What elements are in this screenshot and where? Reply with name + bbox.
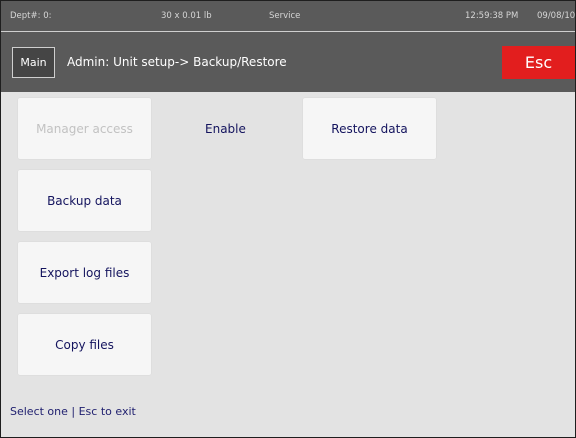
breadcrumb: Admin: Unit setup-> Backup/Restore xyxy=(67,55,287,69)
status-bar: Dept#: 0: 30 x 0.01 lb Service 12:59:38 … xyxy=(1,1,575,31)
export-log-files-button[interactable]: Export log files xyxy=(18,242,151,303)
date-readout: 09/08/10 xyxy=(537,11,576,21)
app-window: Dept#: 0: 30 x 0.01 lb Service 12:59:38 … xyxy=(0,0,576,438)
backup-data-button[interactable]: Backup data xyxy=(18,170,151,231)
unit-readout: 30 x 0.01 lb xyxy=(161,11,212,21)
title-bar: Main Admin: Unit setup-> Backup/Restore … xyxy=(1,31,575,92)
esc-button[interactable]: Esc xyxy=(502,46,575,79)
dept-readout: Dept#: 0: xyxy=(10,11,52,21)
enable-label: Enable xyxy=(205,122,246,136)
manager-access-button: Manager access xyxy=(18,98,151,159)
main-button[interactable]: Main xyxy=(12,47,55,78)
mode-readout: Service xyxy=(269,11,301,21)
footer-message: Select one | Esc to exit xyxy=(10,405,136,418)
restore-data-button[interactable]: Restore data xyxy=(303,98,436,159)
time-readout: 12:59:38 PM xyxy=(465,11,519,21)
copy-files-button[interactable]: Copy files xyxy=(18,314,151,375)
